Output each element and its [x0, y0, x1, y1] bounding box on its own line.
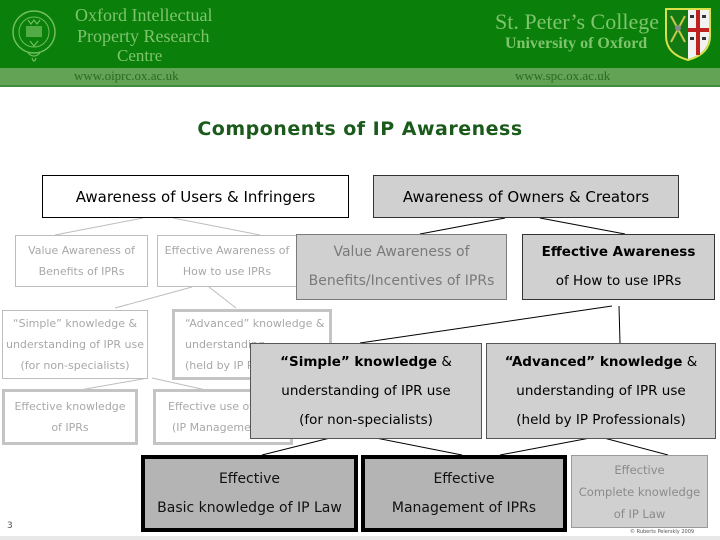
- page-number: 3: [7, 521, 13, 531]
- outcome-complete-line-2: Complete knowledge: [578, 484, 701, 499]
- users-effective-knowledge-line-2: of IPRs: [51, 421, 89, 434]
- owners-simple-line-2: understanding of IPR use: [281, 382, 451, 399]
- copyright-notice: © Ruberts Pelerskly 2009: [630, 529, 695, 535]
- connector-owners-to-value: [419, 217, 506, 235]
- users-infringers-box: Awareness of Users & Infringers: [42, 175, 349, 218]
- connector-effective-to-simple-main: [359, 305, 613, 344]
- oiprc-url-link[interactable]: www.oiprc.ox.ac.uk: [74, 69, 179, 82]
- connector-users-to-value: [54, 217, 144, 236]
- users-value-awareness-line-2: Benefits of IPRs: [38, 265, 125, 278]
- outcome-basic-knowledge-box: Effective Basic knowledge of IP Law: [141, 455, 358, 532]
- owners-simple-line-3: (for non-specialists): [299, 411, 433, 428]
- users-value-awareness-line-1: Value Awareness of: [28, 244, 135, 257]
- users-advanced-line-1: “Advanced” knowledge &: [185, 317, 325, 330]
- spc-name: St. Peter’s College: [495, 9, 659, 34]
- owners-effective-awareness-heading: Effective Awareness: [541, 244, 696, 260]
- connector-effective-to-advanced-main: [618, 305, 621, 344]
- header-divider: [0, 85, 720, 87]
- spc-url-link[interactable]: www.spc.ox.ac.uk: [515, 69, 610, 82]
- owners-advanced-line-3: (held by IP Professionals): [516, 411, 686, 428]
- owners-effective-awareness-line-2: of How to use IPRs: [555, 273, 682, 289]
- owners-simple-knowledge-box: “Simple” knowledge & understanding of IP…: [250, 343, 482, 439]
- users-effective-awareness-line-2: How to use IPRs: [182, 265, 272, 278]
- owners-simple-amp: &: [437, 353, 452, 370]
- users-effective-use-line-2: (IP Manageme: [172, 421, 251, 434]
- outcome-complete-knowledge-box: Effective Complete knowledge of IP Law: [571, 455, 708, 528]
- connector-simple-to-management: [375, 437, 463, 456]
- slide-title: Components of IP Awareness: [197, 118, 523, 140]
- spc-university: University of Oxford: [505, 35, 648, 52]
- outcome-basic-line-1: Effective: [218, 470, 281, 487]
- users-effective-awareness-box: Effective Awareness of How to use IPRs: [157, 235, 297, 287]
- outcome-management-line-1: Effective: [433, 470, 495, 487]
- footer-bar: [0, 536, 720, 540]
- users-effective-awareness-line-1: Effective Awareness of: [164, 244, 290, 257]
- header-banner: Oxford Intellectual Property Research Ce…: [0, 0, 720, 68]
- connector-effective-to-simple: [114, 286, 193, 309]
- owners-value-awareness-line-1: Value Awareness of: [333, 244, 470, 260]
- outcome-management-box: Effective Management of IPRs: [361, 455, 567, 532]
- outcome-management-line-2: Management of IPRs: [391, 499, 537, 516]
- outcome-complete-line-1: Effective: [614, 462, 665, 477]
- users-effective-knowledge-line-1: Effective knowledge: [14, 400, 126, 413]
- owners-simple-heading: “Simple” knowledge &: [280, 348, 452, 377]
- users-simple-line-3: (for non-specialists): [20, 359, 130, 372]
- header-url-band: www.oiprc.ox.ac.uk www.spc.ox.ac.uk: [0, 68, 720, 85]
- users-simple-line-2: understanding of IPR use: [5, 338, 145, 351]
- oiprc-name-line-2: Property Research: [77, 26, 210, 46]
- owners-advanced-heading: “Advanced” knowledge &: [505, 348, 698, 377]
- owners-advanced-line-2: understanding of IPR use: [516, 382, 686, 399]
- outcome-basic-line-2: Basic knowledge of IP Law: [157, 499, 342, 516]
- owners-value-awareness-line-2: Benefits/Incentives of IPRs: [308, 273, 495, 289]
- users-effective-knowledge-box: Effective knowledge of IPRs: [2, 389, 138, 445]
- connector-users-to-effective: [172, 217, 261, 236]
- outcome-complete-line-3: of IP Law: [613, 506, 666, 521]
- users-effective-use-line-1: Effective use of: [168, 400, 254, 413]
- oxford-university-crest-icon: [12, 10, 56, 62]
- connector-owners-to-effective: [539, 217, 626, 235]
- owners-creators-box: Awareness of Owners & Creators: [373, 175, 679, 218]
- owners-advanced-bold: “Advanced” knowledge: [504, 353, 683, 370]
- oiprc-name-line-3: Centre: [117, 46, 163, 65]
- users-value-awareness-box: Value Awareness of Benefits of IPRs: [15, 235, 148, 287]
- users-infringers-label: Awareness of Users & Infringers: [75, 187, 316, 206]
- owners-value-awareness-box: Value Awareness of Benefits/Incentives o…: [296, 234, 507, 300]
- users-simple-line-1: “Simple” knowledge &: [12, 317, 138, 330]
- connector-advanced-to-complete: [603, 437, 669, 456]
- owners-simple-bold: “Simple” knowledge: [280, 353, 438, 370]
- connector-advanced-to-management: [499, 437, 591, 456]
- owners-advanced-amp: &: [682, 353, 698, 370]
- oiprc-name-line-1: Oxford Intellectual: [75, 5, 213, 25]
- owners-advanced-knowledge-box: “Advanced” knowledge & understanding of …: [486, 343, 716, 439]
- users-simple-knowledge-box: “Simple” knowledge & understanding of IP…: [2, 310, 148, 379]
- owners-creators-label: Awareness of Owners & Creators: [402, 187, 650, 206]
- connector-effective-to-advanced: [208, 286, 237, 309]
- st-peters-college-shield-icon: [665, 8, 711, 62]
- owners-effective-awareness-box: Effective Awareness of How to use IPRs: [522, 234, 715, 300]
- users-advanced-line-3: (held by IP P: [185, 359, 254, 372]
